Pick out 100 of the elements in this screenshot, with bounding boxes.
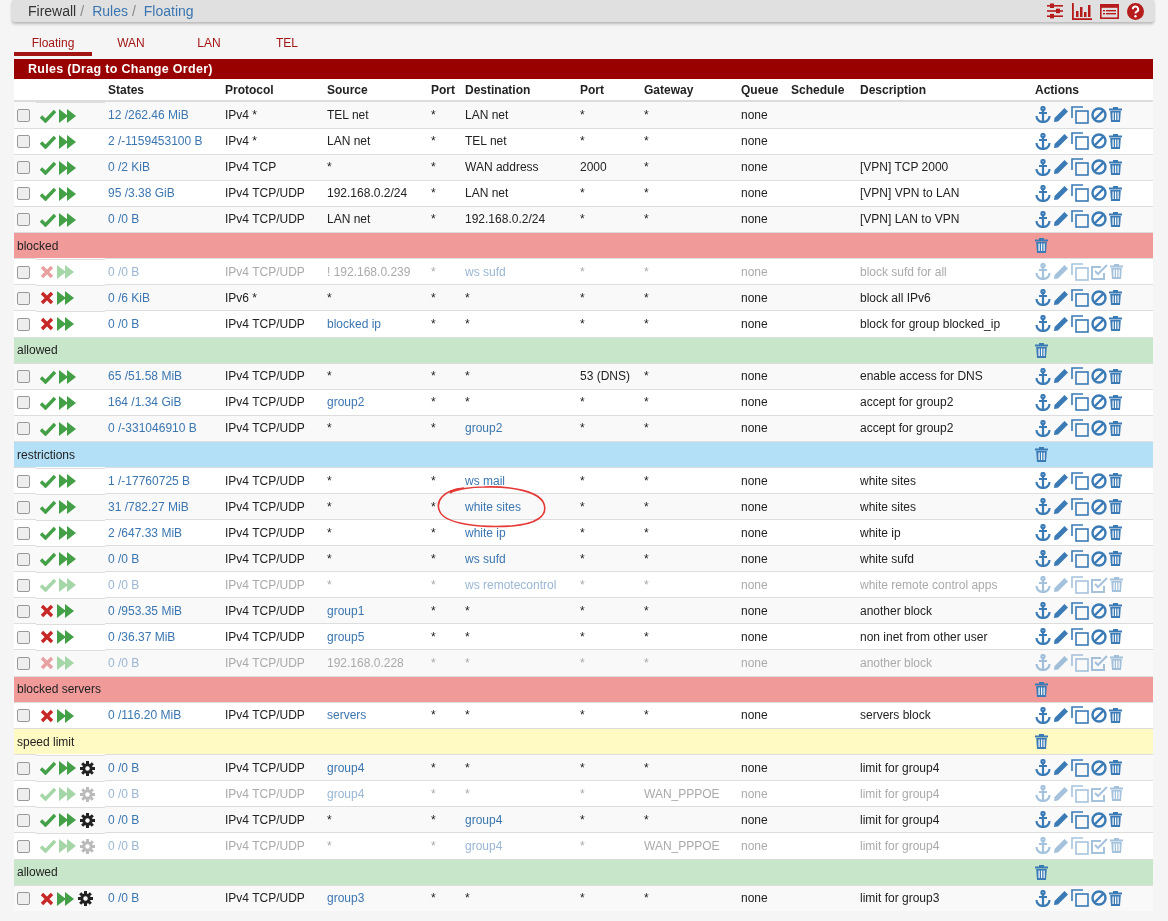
anchor-icon[interactable] <box>1035 524 1051 541</box>
states-link[interactable]: 0 /2 KiB <box>108 160 151 174</box>
row-checkbox[interactable] <box>17 213 30 227</box>
disable-icon[interactable] <box>1091 315 1107 332</box>
anchor-icon[interactable] <box>1035 106 1051 124</box>
anchor-icon[interactable] <box>1035 472 1051 489</box>
states-link[interactable]: 95 /3.38 GiB <box>108 186 175 200</box>
copy-icon[interactable] <box>1071 549 1089 568</box>
copy-icon[interactable] <box>1071 314 1089 333</box>
pencil-icon[interactable] <box>1053 133 1069 149</box>
destination-alias-link[interactable]: white ip <box>465 525 506 540</box>
anchor-icon[interactable] <box>1035 289 1051 306</box>
disable-icon[interactable] <box>1091 211 1107 228</box>
destination-alias-link[interactable]: ws mail <box>465 473 505 488</box>
pencil-icon[interactable] <box>1053 394 1069 410</box>
states-link[interactable]: 0 /0 B <box>108 212 140 227</box>
disable-icon[interactable] <box>1091 159 1107 175</box>
trash-icon[interactable] <box>1109 394 1122 410</box>
row-checkbox[interactable] <box>17 787 30 801</box>
row-checkbox[interactable] <box>17 474 30 488</box>
states-link[interactable]: 0 /-331046910 B <box>108 421 197 436</box>
trash-icon[interactable] <box>1109 707 1122 723</box>
disable-icon[interactable] <box>1091 628 1107 645</box>
trash-icon[interactable] <box>1109 629 1122 644</box>
states-link[interactable]: 0 /116.20 MiB <box>108 708 182 723</box>
anchor-icon[interactable] <box>1035 602 1051 619</box>
row-checkbox[interactable] <box>17 187 30 201</box>
trash-icon[interactable] <box>1109 133 1122 149</box>
anchor-icon[interactable] <box>1035 706 1051 724</box>
states-link[interactable]: 0 /0 B <box>108 812 140 827</box>
pencil-icon[interactable] <box>1053 550 1069 567</box>
trash-icon[interactable] <box>1109 473 1122 488</box>
anchor-icon[interactable] <box>1035 367 1051 385</box>
trash-icon[interactable] <box>1035 238 1048 254</box>
trash-icon[interactable] <box>1035 342 1048 358</box>
row-checkbox[interactable] <box>17 839 30 853</box>
disable-icon[interactable] <box>1091 550 1107 567</box>
trash-icon[interactable] <box>1109 290 1122 305</box>
states-link[interactable]: 0 /0 B <box>108 760 140 775</box>
trash-icon[interactable] <box>1109 525 1122 540</box>
copy-icon[interactable] <box>1071 105 1089 124</box>
breadcrumb-link[interactable]: Floating <box>143 3 194 19</box>
disable-icon[interactable] <box>1091 394 1107 410</box>
pencil-icon[interactable] <box>1053 602 1069 619</box>
copy-icon[interactable] <box>1071 601 1089 620</box>
states-link[interactable]: 0 /0 B <box>108 891 140 906</box>
states-link[interactable]: 65 /51.58 MiB <box>108 369 183 383</box>
row-checkbox[interactable] <box>17 265 30 279</box>
destination-alias-link[interactable]: white sites <box>465 499 522 514</box>
tab[interactable]: LAN <box>170 31 248 56</box>
source-alias-link[interactable]: group5 <box>327 629 365 644</box>
checkbox-icon[interactable] <box>1091 654 1108 671</box>
copy-icon[interactable] <box>1071 132 1089 150</box>
pencil-icon[interactable] <box>1053 628 1069 645</box>
trash-icon[interactable] <box>1035 681 1048 697</box>
destination-alias-link[interactable]: group2 <box>465 421 503 436</box>
checkbox-icon[interactable] <box>1091 576 1108 593</box>
copy-icon[interactable] <box>1071 288 1089 307</box>
trash-icon[interactable] <box>1109 499 1122 514</box>
pencil-icon[interactable] <box>1053 289 1069 306</box>
states-link[interactable]: 0 /0 B <box>108 316 140 331</box>
states-link[interactable]: 0 /6 KiB <box>108 290 151 305</box>
disable-icon[interactable] <box>1091 106 1107 123</box>
row-checkbox[interactable] <box>17 552 30 566</box>
anchor-icon[interactable] <box>1035 889 1051 907</box>
pencil-icon[interactable] <box>1053 106 1069 123</box>
row-checkbox[interactable] <box>17 656 30 670</box>
copy-icon[interactable] <box>1071 419 1089 438</box>
checkbox-icon[interactable] <box>1091 263 1108 280</box>
states-link[interactable]: 31 /782.27 MiB <box>108 499 189 514</box>
row-checkbox[interactable] <box>17 108 30 122</box>
anchor-icon[interactable] <box>1035 498 1051 515</box>
trash-icon[interactable] <box>1109 420 1122 436</box>
disable-icon[interactable] <box>1091 472 1107 489</box>
states-link[interactable]: 2 /-1159453100 B <box>108 134 203 148</box>
trash-icon[interactable] <box>1109 316 1122 332</box>
states-link[interactable]: 0 /0 B <box>108 551 140 566</box>
pencil-icon[interactable] <box>1053 759 1069 776</box>
anchor-icon[interactable] <box>1035 811 1051 828</box>
pencil-icon[interactable] <box>1053 524 1069 541</box>
states-link[interactable]: 0 /953.35 MiB <box>108 603 183 618</box>
copy-icon[interactable] <box>1071 523 1089 542</box>
trash-icon[interactable] <box>1109 603 1122 618</box>
disable-icon[interactable] <box>1091 185 1107 201</box>
destination-alias-link[interactable]: ws sufd <box>465 551 506 566</box>
source-alias-link[interactable]: servers <box>327 708 367 723</box>
row-checkbox[interactable] <box>17 813 30 827</box>
copy-icon[interactable] <box>1071 889 1089 908</box>
disable-icon[interactable] <box>1091 498 1107 515</box>
states-link[interactable]: 0 /36.37 MiB <box>108 629 176 644</box>
pencil-icon[interactable] <box>1053 707 1069 724</box>
anchor-icon[interactable] <box>1035 759 1051 776</box>
disable-icon[interactable] <box>1091 133 1107 149</box>
copy-icon[interactable] <box>1071 210 1089 229</box>
row-checkbox[interactable] <box>17 578 30 592</box>
copy-icon[interactable] <box>1071 627 1089 646</box>
row-checkbox[interactable] <box>17 161 30 175</box>
breadcrumb-link[interactable]: Rules <box>92 3 128 19</box>
trash-icon[interactable] <box>1109 211 1122 227</box>
anchor-icon[interactable] <box>1035 419 1051 437</box>
